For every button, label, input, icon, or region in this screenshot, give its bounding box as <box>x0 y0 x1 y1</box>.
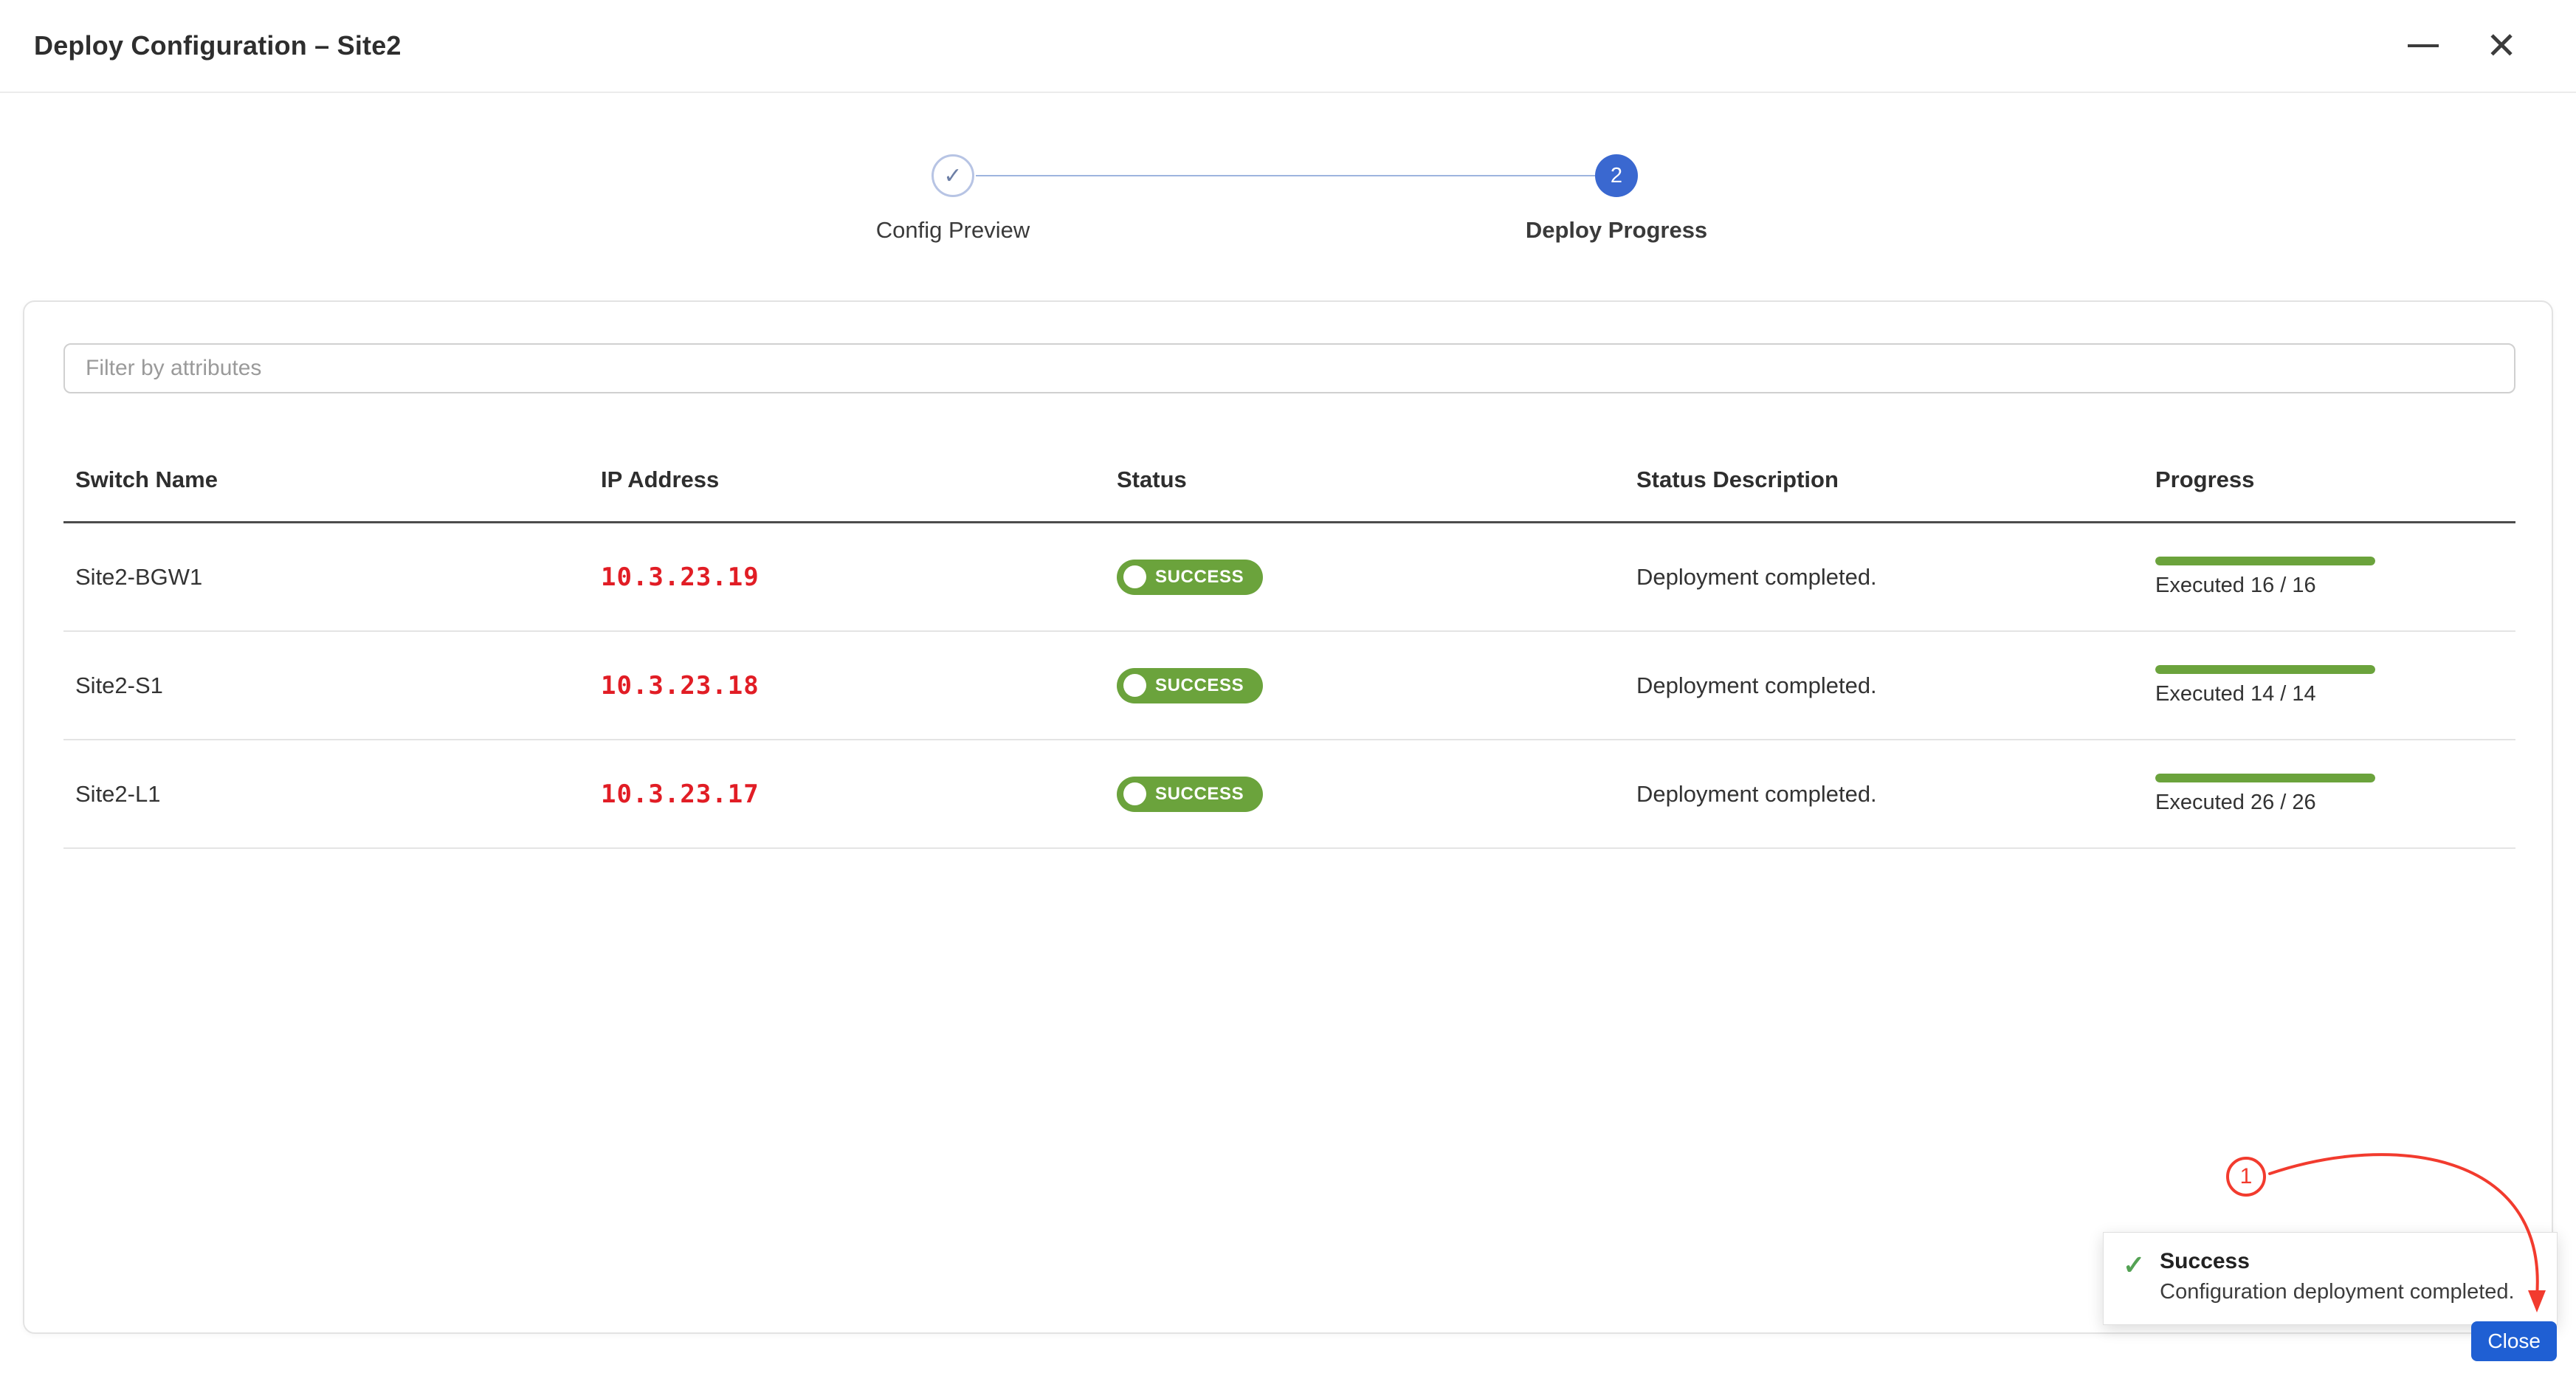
step-complete-check-icon: ✓ <box>943 163 962 189</box>
step-number: 2 <box>1611 164 1622 188</box>
table-header-row: Switch Name IP Address Status Status Des… <box>63 438 2515 523</box>
switch-table: Switch Name IP Address Status Status Des… <box>63 438 2515 849</box>
status-badge: SUCCESS <box>1117 668 1263 703</box>
progress-bar-fill <box>2155 557 2375 565</box>
table-row: Site2-S1 10.3.23.18 SUCCESS Deployment c… <box>63 632 2515 740</box>
progress-bar <box>2155 557 2375 565</box>
step-label-deploy-progress: Deploy Progress <box>1526 217 1707 244</box>
status-dot-icon <box>1123 565 1146 588</box>
step-label-config-preview: Config Preview <box>876 217 1030 244</box>
progress-bar <box>2155 665 2375 674</box>
status-dot-icon <box>1123 674 1146 697</box>
dialog-titlebar: Deploy Configuration – Site2 ✕ <box>0 0 2576 93</box>
switch-name: Site2-BGW1 <box>75 564 601 591</box>
deploy-progress-panel: Switch Name IP Address Status Status Des… <box>23 300 2553 1334</box>
col-header-switch-name: Switch Name <box>75 467 601 493</box>
status-badge: SUCCESS <box>1117 777 1263 812</box>
progress-cell: Executed 26 / 26 <box>2155 774 2515 815</box>
status-badge: SUCCESS <box>1117 560 1263 595</box>
toast-check-icon: ✓ <box>2123 1252 2145 1279</box>
progress-label: Executed 26 / 26 <box>2155 791 2515 815</box>
step-config-preview[interactable]: ✓ <box>931 154 974 197</box>
filter-input[interactable] <box>63 343 2515 393</box>
toast-success: ✓ Success Configuration deployment compl… <box>2103 1232 2558 1325</box>
status-description: Deployment completed. <box>1636 672 2155 699</box>
status-text: SUCCESS <box>1155 675 1244 696</box>
progress-cell: Executed 16 / 16 <box>2155 557 2515 598</box>
status-text: SUCCESS <box>1155 567 1244 588</box>
col-header-ip-address: IP Address <box>601 467 1117 493</box>
step-deploy-progress[interactable]: 2 <box>1595 154 1638 197</box>
status-text: SUCCESS <box>1155 784 1244 805</box>
toast-message: Configuration deployment completed. <box>2160 1280 2514 1304</box>
toast-title: Success <box>2160 1249 2514 1274</box>
progress-cell: Executed 14 / 14 <box>2155 665 2515 706</box>
close-icon[interactable]: ✕ <box>2486 27 2517 64</box>
table-row: Site2-BGW1 10.3.23.19 SUCCESS Deployment… <box>63 523 2515 632</box>
status-description: Deployment completed. <box>1636 564 2155 591</box>
ip-address: 10.3.23.18 <box>601 671 1117 701</box>
dialog-title: Deploy Configuration – Site2 <box>34 30 402 61</box>
switch-name: Site2-L1 <box>75 781 601 808</box>
annotation-step-marker: 1 <box>2226 1157 2266 1197</box>
progress-bar-fill <box>2155 665 2375 674</box>
window-controls: ✕ <box>2408 27 2517 64</box>
stepper-connector <box>976 175 1595 176</box>
col-header-status: Status <box>1117 467 1636 493</box>
annotation-number: 1 <box>2240 1164 2253 1189</box>
progress-bar-fill <box>2155 774 2375 782</box>
col-header-status-description: Status Description <box>1636 467 2155 493</box>
progress-bar <box>2155 774 2375 782</box>
minimize-icon[interactable] <box>2408 44 2439 47</box>
status-dot-icon <box>1123 782 1146 805</box>
table-row: Site2-L1 10.3.23.17 SUCCESS Deployment c… <box>63 740 2515 849</box>
toast-body: Success Configuration deployment complet… <box>2160 1249 2514 1304</box>
close-button[interactable]: Close <box>2471 1321 2557 1361</box>
ip-address: 10.3.23.19 <box>601 562 1117 592</box>
progress-label: Executed 16 / 16 <box>2155 574 2515 598</box>
ip-address: 10.3.23.17 <box>601 780 1117 809</box>
switch-name: Site2-S1 <box>75 672 601 699</box>
progress-label: Executed 14 / 14 <box>2155 682 2515 706</box>
col-header-progress: Progress <box>2155 467 2515 493</box>
status-description: Deployment completed. <box>1636 781 2155 808</box>
